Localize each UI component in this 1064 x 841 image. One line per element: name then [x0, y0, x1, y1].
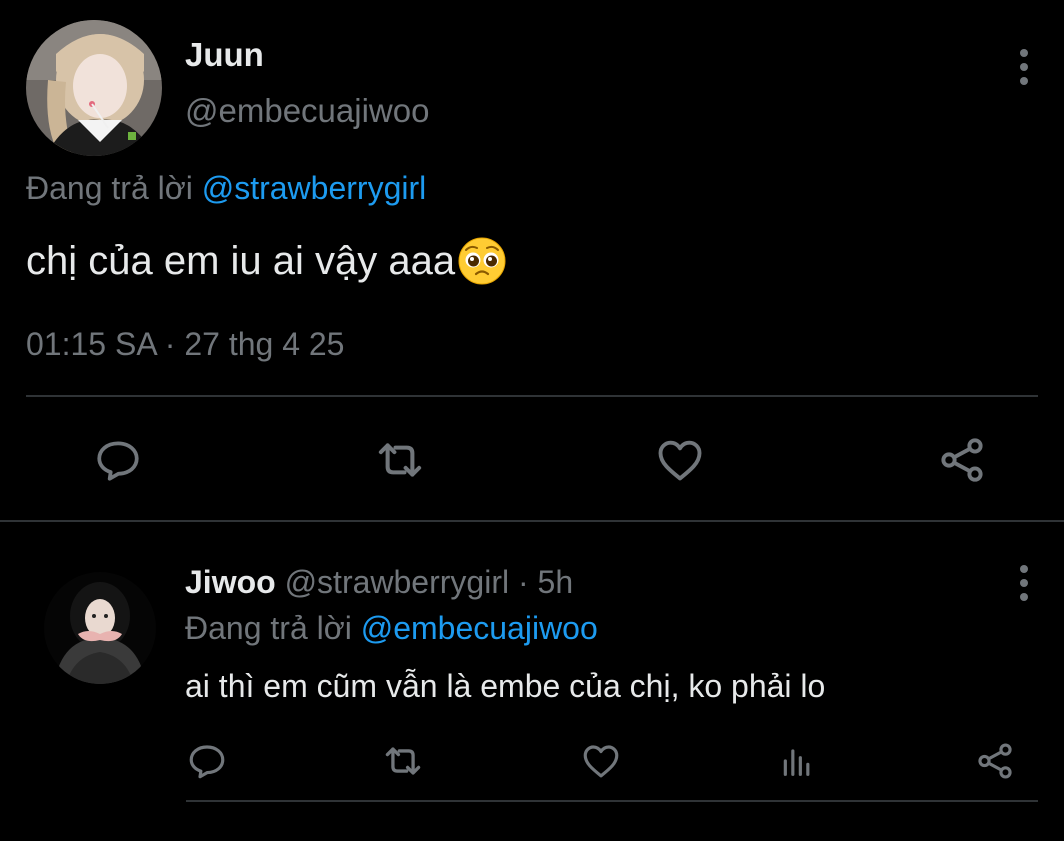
- reply-views-button[interactable]: [774, 738, 820, 784]
- user-handle[interactable]: @embecuajiwoo: [185, 92, 429, 130]
- divider: [0, 520, 1064, 522]
- replying-to-line: Đang trả lời @strawberrygirl: [26, 170, 426, 207]
- more-options-icon[interactable]: [1004, 42, 1044, 92]
- retweet-icon: [385, 747, 421, 775]
- pleading-face-icon: [458, 237, 506, 285]
- bar-chart-icon: [783, 749, 810, 776]
- avatar-juun[interactable]: [26, 20, 162, 156]
- avatar-juun-image: [26, 20, 162, 156]
- retweet-button[interactable]: [372, 432, 428, 488]
- reply-tweet-text: ai thì em cũm vẫn là embe của chị, ko ph…: [185, 668, 826, 704]
- reply-more-options-icon[interactable]: [1004, 558, 1044, 608]
- reply-icon: [97, 441, 139, 481]
- display-name[interactable]: Juun: [185, 36, 264, 74]
- reply-display-name[interactable]: Jiwoo: [185, 564, 276, 600]
- reply-icon: [189, 745, 225, 779]
- reply-header: Jiwoo @strawberrygirl · 5h: [185, 564, 573, 601]
- reply-replying-to-line: Đang trả lời @embecuajiwoo: [185, 610, 598, 647]
- like-button[interactable]: [652, 432, 708, 488]
- reply-separator: ·: [517, 564, 529, 600]
- replying-to-link[interactable]: @strawberrygirl: [202, 170, 427, 206]
- tweet-timestamp[interactable]: 01:15 SA · 27 thg 4 25: [26, 326, 344, 363]
- reply-time[interactable]: 5h: [538, 564, 574, 600]
- avatar-jiwoo[interactable]: [44, 572, 156, 684]
- reply-user-handle[interactable]: @strawberrygirl: [285, 564, 510, 600]
- share-icon: [941, 438, 983, 482]
- heart-icon: [583, 745, 619, 778]
- tweet-text-content: chị của em iu ai vậy aaa: [26, 238, 456, 283]
- reply-replying-prefix: Đang trả lời: [185, 610, 352, 646]
- tweet-text: chị của em iu ai vậy aaa: [26, 236, 507, 286]
- avatar-jiwoo-image: [44, 572, 156, 684]
- reply-share-button[interactable]: [972, 738, 1018, 784]
- tweet-thread: Juun @embecuajiwoo Đang trả lời @strawbe…: [0, 0, 1064, 841]
- divider: [186, 800, 1038, 802]
- share-icon: [978, 743, 1012, 779]
- reply-button[interactable]: [90, 432, 146, 488]
- divider: [26, 395, 1038, 397]
- reply-replying-to-link[interactable]: @embecuajiwoo: [361, 610, 598, 646]
- reply-like-button[interactable]: [578, 738, 624, 784]
- reply-reply-button[interactable]: [184, 738, 230, 784]
- heart-icon: [658, 440, 702, 481]
- share-button[interactable]: [934, 432, 990, 488]
- retweet-icon: [378, 443, 422, 477]
- replying-prefix: Đang trả lời: [26, 170, 193, 206]
- reply-retweet-button[interactable]: [380, 738, 426, 784]
